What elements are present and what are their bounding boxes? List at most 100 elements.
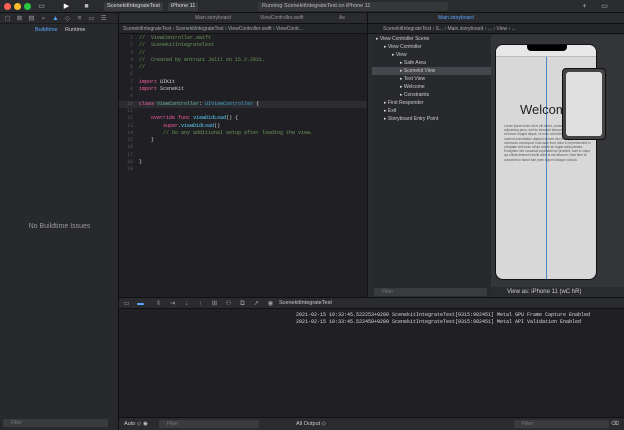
tab-runtime[interactable]: Runtime [65,27,85,33]
line-number[interactable]: 14 [119,130,133,137]
line-number[interactable]: 4 [119,57,133,64]
outline-item[interactable]: ▸ Text View [372,75,491,83]
view-as-bar[interactable]: View as: iPhone 11 (wC hR) [491,287,624,297]
code-line[interactable]: 7 import UIKit [119,79,367,86]
location-icon[interactable]: ➚ [252,299,261,308]
symbol-icon[interactable]: ▤ [27,14,36,23]
navigator-filter-field[interactable]: Filter [3,419,108,427]
outline-item[interactable]: ▸ View [372,51,491,59]
issue-icon[interactable]: ▲ [51,14,60,23]
view-debugger-icon[interactable]: ⊞ [210,299,219,308]
code-line[interactable]: 10 class ViewController: UIViewController… [119,100,367,108]
trash-icon[interactable]: ⌫ [611,421,619,427]
sidebar-toggle-icon[interactable]: ▭ [37,2,46,11]
folder-icon[interactable]: ▢ [3,14,12,23]
line-number[interactable]: 17 [119,152,133,159]
code-line[interactable]: 18} [119,159,367,166]
pause-icon[interactable]: ‖ [154,299,163,308]
line-number[interactable]: 9 [119,93,133,100]
memory-graph-icon[interactable]: ⚇ [224,299,233,308]
outline-item[interactable]: ▸ Scenekit View [372,67,491,75]
outline-item[interactable]: ▸ Storyboard Entry Point [372,115,491,123]
source-control-icon[interactable]: ⊠ [15,14,24,23]
line-number[interactable]: 13 [119,123,133,130]
line-number[interactable]: 8 [119,86,133,93]
scene-preview[interactable] [562,68,606,140]
outline-item[interactable]: ▸ Constraints [372,91,491,99]
code-line[interactable]: 4 // Created by Antruzi Jalil on 15.2.202… [119,57,367,64]
code-line[interactable]: 6 [119,71,367,78]
code-line[interactable]: 3 // [119,50,367,57]
minimize-window-button[interactable] [14,3,21,10]
breakpoints-toggle-icon[interactable]: ▬ [136,299,145,308]
console-filter-field[interactable]: Filter [514,420,609,428]
report-icon[interactable]: ☰ [99,14,108,23]
line-number[interactable]: 11 [119,108,133,115]
outline-item[interactable]: ▸ First Responder [372,99,491,107]
code-line[interactable]: 19 [119,166,367,173]
line-number[interactable]: 2 [119,42,133,49]
hide-debug-icon[interactable]: ▭ [122,299,131,308]
tab-viewcontroller-swift[interactable]: ViewController.swift [260,15,304,21]
line-number[interactable]: 18 [119,159,133,166]
camera-icon[interactable]: ◉ [266,299,275,308]
code-line[interactable]: 11 [119,108,367,115]
scheme-selector[interactable]: ScenekitIntegrateTest [104,2,163,11]
library-icon[interactable]: + [580,2,589,11]
code-line[interactable]: 16 [119,144,367,151]
outline-filter-field[interactable]: Filter [374,288,487,296]
line-number[interactable]: 7 [119,79,133,86]
line-number[interactable]: 16 [119,144,133,151]
code-line[interactable]: 2 // ScenekitIntegrateTest [119,42,367,49]
outline-item[interactable]: ▸ View Controller Scene [372,35,491,43]
step-out-icon[interactable]: ↑ [196,299,205,308]
line-number[interactable]: 3 [119,50,133,57]
breakpoint-icon[interactable]: ▭ [87,14,96,23]
test-icon[interactable]: ◇ [63,14,72,23]
code-line[interactable]: 1 // ViewController.swift [119,35,367,42]
console-output[interactable]: 2021-02-15 10:33:45.522253+0200 Scenekit… [296,312,590,326]
line-number[interactable]: 5 [119,64,133,71]
code-line[interactable]: 17 [119,152,367,159]
tab-assets[interactable]: As [339,15,345,21]
line-number[interactable]: 10 [119,101,133,108]
find-icon[interactable]: ⌕ [39,14,48,23]
debug-icon[interactable]: ≡ [75,14,84,23]
outline-item[interactable]: ▸ View Controller [372,43,491,51]
source-code[interactable]: 1 // ViewController.swift 2 // ScenekitInte… [119,35,367,174]
code-line[interactable]: 12 override func viewDidLoad() { [119,115,367,122]
code-line[interactable]: 14 // Do any additional setup after load… [119,130,367,137]
code-line[interactable]: 5 // [119,64,367,71]
line-number[interactable]: 19 [119,166,133,173]
storyboard-canvas[interactable]: Welcome Lorem ipsum dolor sit er elit la… [491,35,624,287]
line-number[interactable]: 1 [119,35,133,42]
code-line[interactable]: 9 [119,93,367,100]
ib-breadcrumb[interactable]: ScenekitIntegrateTest › S... › Main.stor… [368,24,624,34]
editor-breadcrumb[interactable]: ScenekitIntegrateTest › ScenekitIntegrat… [119,24,367,34]
outline-item[interactable]: ▸ Safe Area [372,59,491,67]
code-line[interactable]: 15 } [119,137,367,144]
code-line[interactable]: 13 super.viewDidLoad() [119,123,367,130]
variables-filter-field[interactable]: Filter [159,420,259,428]
stop-icon[interactable]: ■ [82,2,91,11]
step-over-icon[interactable]: ⇥ [168,299,177,308]
variables-scope-select[interactable]: Auto ◇ [124,421,141,427]
env-override-icon[interactable]: ⧉ [238,299,247,308]
code-line[interactable]: 8 import SceneKit [119,86,367,93]
step-in-icon[interactable]: ↓ [182,299,191,308]
run-icon[interactable]: ▶ [62,2,71,11]
info-icon[interactable]: ◉ [143,421,148,427]
outline-item[interactable]: ▸ Welcome [372,83,491,91]
inspector-toggle-icon[interactable]: ▭ [600,2,609,11]
tab-buildtime[interactable]: Buildtime [35,27,58,33]
line-number[interactable]: 12 [119,115,133,122]
outline-item[interactable]: ▸ Exit [372,107,491,115]
tab-ib-storyboard[interactable]: Main.storyboard [438,15,474,21]
line-number[interactable]: 6 [119,71,133,78]
close-window-button[interactable] [4,3,11,10]
destination-selector[interactable]: iPhone 11 [168,2,199,11]
line-number[interactable]: 15 [119,137,133,144]
output-scope-select[interactable]: All Output ◇ [296,421,326,427]
tab-main-storyboard[interactable]: Main.storyboard [195,15,231,21]
zoom-window-button[interactable] [24,3,31,10]
